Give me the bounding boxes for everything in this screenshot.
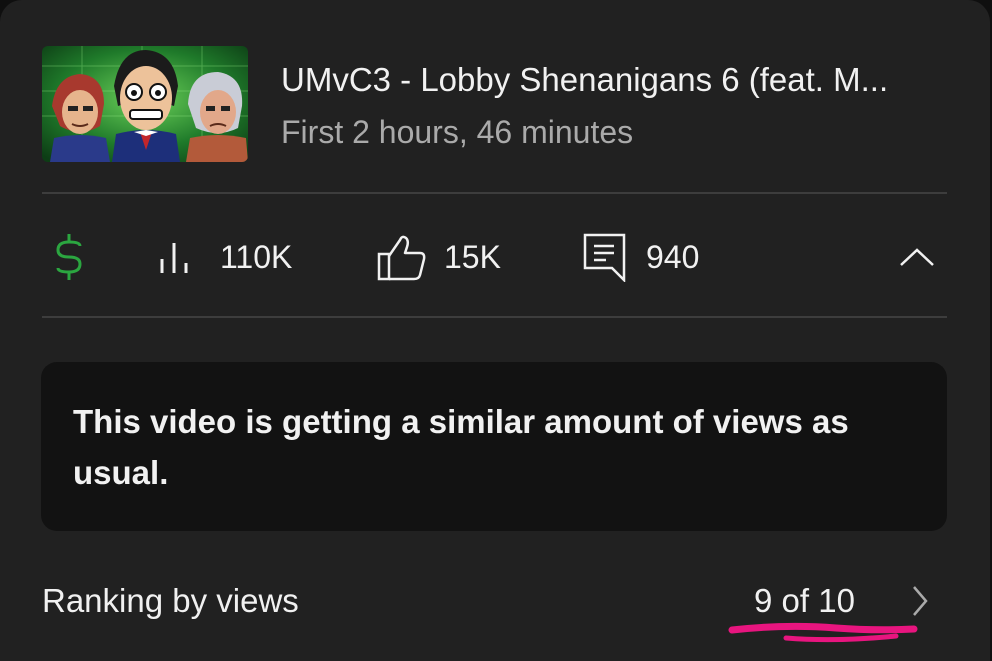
revenue-stat[interactable] [54, 232, 84, 282]
likes-count: 15K [444, 239, 501, 275]
collapse-button[interactable] [898, 232, 936, 282]
video-duration: First 2 hours, 46 minutes [281, 114, 634, 150]
analytics-card: UMvC3 - Lobby Shenanigans 6 (feat. M... … [0, 0, 990, 661]
views-stat[interactable]: 110K [156, 232, 292, 282]
comments-stat[interactable]: 940 [582, 232, 699, 282]
views-count: 110K [220, 239, 293, 275]
comment-icon [582, 232, 628, 282]
comments-count: 940 [646, 239, 700, 275]
dollar-icon [54, 232, 84, 282]
ranking-value: 9 of 10 [754, 582, 855, 619]
stats-row: 110K 15K 940 [42, 196, 947, 316]
insight-box: This video is getting a similar amount o… [41, 362, 947, 531]
chevron-up-icon [898, 245, 936, 269]
ranking-label: Ranking by views [42, 582, 299, 619]
divider-top [42, 192, 947, 194]
views-bars-icon [156, 237, 196, 277]
pink-underline-annotation [728, 622, 918, 643]
insight-message: This video is getting a similar amount o… [73, 403, 849, 491]
likes-stat[interactable]: 15K [376, 232, 501, 282]
video-header[interactable]: UMvC3 - Lobby Shenanigans 6 (feat. M... … [42, 46, 947, 164]
video-title[interactable]: UMvC3 - Lobby Shenanigans 6 (feat. M... [281, 60, 951, 100]
thumbs-up-icon [376, 232, 428, 282]
divider-bottom [42, 316, 947, 318]
video-thumbnail[interactable] [42, 46, 248, 162]
